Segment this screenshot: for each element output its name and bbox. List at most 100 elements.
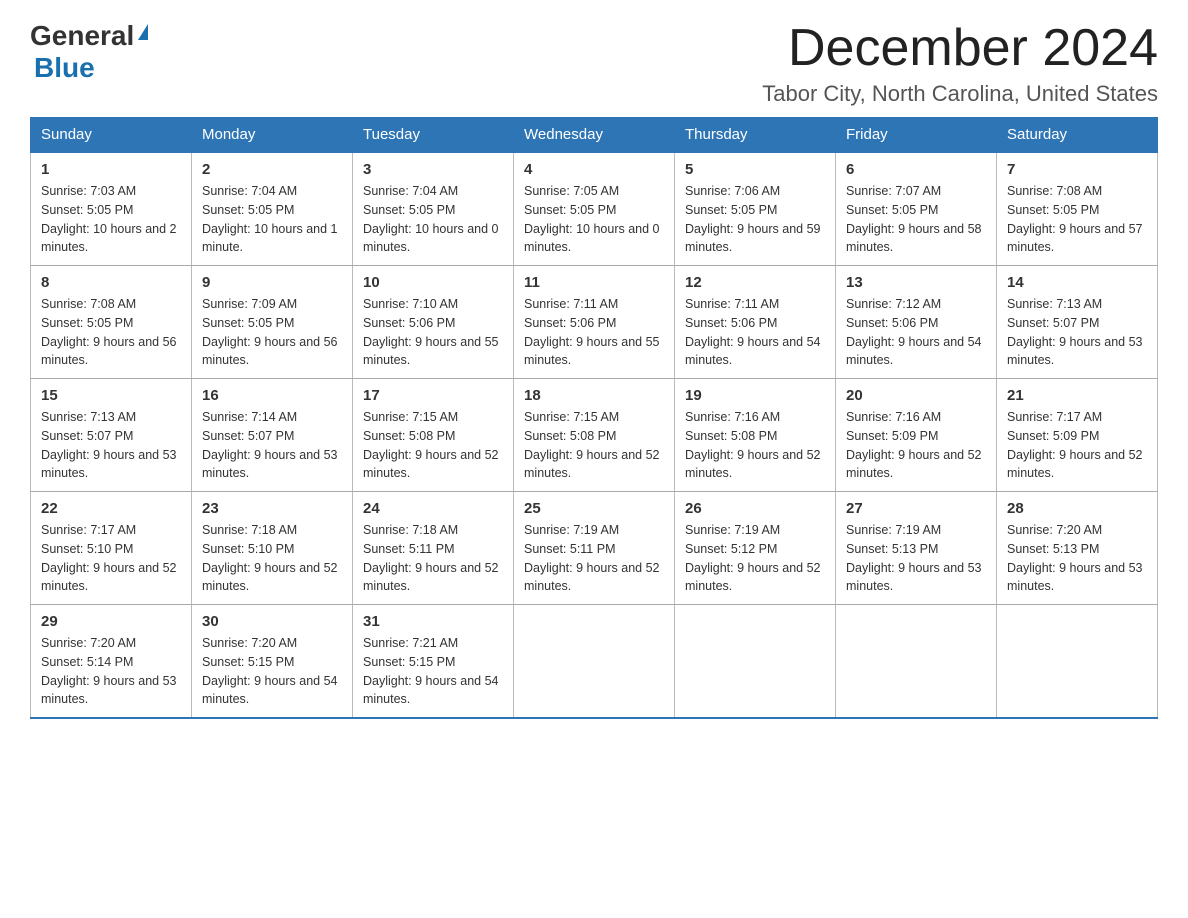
calendar-cell: 1 Sunrise: 7:03 AMSunset: 5:05 PMDaylight… xyxy=(31,152,192,266)
day-number: 22 xyxy=(41,500,181,517)
calendar-week-row: 15Sunrise: 7:13 AMSunset: 5:07 PMDayligh… xyxy=(31,379,1158,492)
day-number: 4 xyxy=(524,161,664,178)
day-info: Sunrise: 7:09 AMSunset: 5:05 PMDaylight:… xyxy=(202,295,342,370)
calendar-cell: 13 Sunrise: 7:12 AMSunset: 5:06 PMDayligh… xyxy=(836,266,997,379)
day-info: Sunrise: 7:03 AMSunset: 5:05 PMDaylight:… xyxy=(41,182,181,257)
day-info: Sunrise: 7:04 AMSunset: 5:05 PMDaylight:… xyxy=(202,182,342,257)
calendar-cell: 29Sunrise: 7:20 AMSunset: 5:14 PMDayligh… xyxy=(31,605,192,719)
day-number: 8 xyxy=(41,274,181,291)
day-number: 25 xyxy=(524,500,664,517)
day-number: 1 xyxy=(41,161,181,178)
day-number: 27 xyxy=(846,500,986,517)
logo: General Blue xyxy=(30,20,148,84)
calendar-table: Sunday Monday Tuesday Wednesday Thursday… xyxy=(30,117,1158,719)
day-info: Sunrise: 7:20 AMSunset: 5:15 PMDaylight:… xyxy=(202,634,342,709)
calendar-week-row: 1 Sunrise: 7:03 AMSunset: 5:05 PMDaylight… xyxy=(31,152,1158,266)
day-number: 26 xyxy=(685,500,825,517)
calendar-cell: 31 Sunrise: 7:21 AMSunset: 5:15 PMDayligh… xyxy=(353,605,514,719)
calendar-cell: 11Sunrise: 7:11 AMSunset: 5:06 PMDayligh… xyxy=(514,266,675,379)
calendar-cell: 21 Sunrise: 7:17 AMSunset: 5:09 PMDayligh… xyxy=(997,379,1158,492)
day-number: 13 xyxy=(846,274,986,291)
day-info: Sunrise: 7:16 AMSunset: 5:08 PMDaylight:… xyxy=(685,408,825,483)
day-number: 19 xyxy=(685,387,825,404)
day-info: Sunrise: 7:13 AMSunset: 5:07 PMDaylight:… xyxy=(1007,295,1147,370)
day-info: Sunrise: 7:15 AMSunset: 5:08 PMDaylight:… xyxy=(363,408,503,483)
calendar-cell: 30 Sunrise: 7:20 AMSunset: 5:15 PMDayligh… xyxy=(192,605,353,719)
day-number: 31 xyxy=(363,613,503,630)
location-title: Tabor City, North Carolina, United State… xyxy=(762,81,1158,107)
day-number: 16 xyxy=(202,387,342,404)
day-info: Sunrise: 7:20 AMSunset: 5:13 PMDaylight:… xyxy=(1007,521,1147,596)
col-sunday: Sunday xyxy=(31,118,192,153)
day-number: 28 xyxy=(1007,500,1147,517)
day-info: Sunrise: 7:17 AMSunset: 5:09 PMDaylight:… xyxy=(1007,408,1147,483)
day-info: Sunrise: 7:15 AMSunset: 5:08 PMDaylight:… xyxy=(524,408,664,483)
day-number: 7 xyxy=(1007,161,1147,178)
day-info: Sunrise: 7:11 AMSunset: 5:06 PMDaylight:… xyxy=(685,295,825,370)
day-info: Sunrise: 7:06 AMSunset: 5:05 PMDaylight:… xyxy=(685,182,825,257)
title-section: December 2024 Tabor City, North Carolina… xyxy=(762,20,1158,107)
calendar-cell: 6Sunrise: 7:07 AMSunset: 5:05 PMDaylight… xyxy=(836,152,997,266)
day-number: 30 xyxy=(202,613,342,630)
day-number: 18 xyxy=(524,387,664,404)
col-wednesday: Wednesday xyxy=(514,118,675,153)
calendar-cell: 5 Sunrise: 7:06 AMSunset: 5:05 PMDaylight… xyxy=(675,152,836,266)
calendar-cell: 14 Sunrise: 7:13 AMSunset: 5:07 PMDayligh… xyxy=(997,266,1158,379)
calendar-cell: 3Sunrise: 7:04 AMSunset: 5:05 PMDaylight… xyxy=(353,152,514,266)
calendar-cell: 24Sunrise: 7:18 AMSunset: 5:11 PMDayligh… xyxy=(353,492,514,605)
col-saturday: Saturday xyxy=(997,118,1158,153)
calendar-cell: 20Sunrise: 7:16 AMSunset: 5:09 PMDayligh… xyxy=(836,379,997,492)
day-number: 23 xyxy=(202,500,342,517)
day-info: Sunrise: 7:18 AMSunset: 5:10 PMDaylight:… xyxy=(202,521,342,596)
calendar-week-row: 29Sunrise: 7:20 AMSunset: 5:14 PMDayligh… xyxy=(31,605,1158,719)
calendar-cell: 23 Sunrise: 7:18 AMSunset: 5:10 PMDayligh… xyxy=(192,492,353,605)
calendar-cell xyxy=(997,605,1158,719)
calendar-cell: 12Sunrise: 7:11 AMSunset: 5:06 PMDayligh… xyxy=(675,266,836,379)
calendar-cell: 22 Sunrise: 7:17 AMSunset: 5:10 PMDayligh… xyxy=(31,492,192,605)
day-number: 10 xyxy=(363,274,503,291)
calendar-cell: 27 Sunrise: 7:19 AMSunset: 5:13 PMDayligh… xyxy=(836,492,997,605)
calendar-week-row: 22 Sunrise: 7:17 AMSunset: 5:10 PMDayligh… xyxy=(31,492,1158,605)
col-monday: Monday xyxy=(192,118,353,153)
col-thursday: Thursday xyxy=(675,118,836,153)
calendar-cell: 26 Sunrise: 7:19 AMSunset: 5:12 PMDayligh… xyxy=(675,492,836,605)
day-number: 29 xyxy=(41,613,181,630)
calendar-cell: 7Sunrise: 7:08 AMSunset: 5:05 PMDaylight… xyxy=(997,152,1158,266)
day-info: Sunrise: 7:17 AMSunset: 5:10 PMDaylight:… xyxy=(41,521,181,596)
day-number: 15 xyxy=(41,387,181,404)
calendar-header-row: Sunday Monday Tuesday Wednesday Thursday… xyxy=(31,118,1158,153)
day-info: Sunrise: 7:08 AMSunset: 5:05 PMDaylight:… xyxy=(41,295,181,370)
calendar-cell: 16 Sunrise: 7:14 AMSunset: 5:07 PMDayligh… xyxy=(192,379,353,492)
day-info: Sunrise: 7:12 AMSunset: 5:06 PMDaylight:… xyxy=(846,295,986,370)
calendar-cell: 4 Sunrise: 7:05 AMSunset: 5:05 PMDaylight… xyxy=(514,152,675,266)
month-title: December 2024 xyxy=(762,20,1158,77)
day-info: Sunrise: 7:19 AMSunset: 5:12 PMDaylight:… xyxy=(685,521,825,596)
logo-general-text: General xyxy=(30,20,134,52)
calendar-cell: 18 Sunrise: 7:15 AMSunset: 5:08 PMDayligh… xyxy=(514,379,675,492)
day-number: 5 xyxy=(685,161,825,178)
col-friday: Friday xyxy=(836,118,997,153)
calendar-cell: 28 Sunrise: 7:20 AMSunset: 5:13 PMDayligh… xyxy=(997,492,1158,605)
day-number: 14 xyxy=(1007,274,1147,291)
day-number: 24 xyxy=(363,500,503,517)
calendar-cell: 8 Sunrise: 7:08 AMSunset: 5:05 PMDaylight… xyxy=(31,266,192,379)
day-info: Sunrise: 7:14 AMSunset: 5:07 PMDaylight:… xyxy=(202,408,342,483)
day-number: 11 xyxy=(524,274,664,291)
day-info: Sunrise: 7:10 AMSunset: 5:06 PMDaylight:… xyxy=(363,295,503,370)
day-info: Sunrise: 7:04 AMSunset: 5:05 PMDaylight:… xyxy=(363,182,503,257)
calendar-cell: 25Sunrise: 7:19 AMSunset: 5:11 PMDayligh… xyxy=(514,492,675,605)
day-number: 17 xyxy=(363,387,503,404)
day-number: 21 xyxy=(1007,387,1147,404)
day-info: Sunrise: 7:21 AMSunset: 5:15 PMDaylight:… xyxy=(363,634,503,709)
calendar-week-row: 8 Sunrise: 7:08 AMSunset: 5:05 PMDaylight… xyxy=(31,266,1158,379)
calendar-cell: 17 Sunrise: 7:15 AMSunset: 5:08 PMDayligh… xyxy=(353,379,514,492)
day-info: Sunrise: 7:19 AMSunset: 5:13 PMDaylight:… xyxy=(846,521,986,596)
calendar-cell: 9 Sunrise: 7:09 AMSunset: 5:05 PMDaylight… xyxy=(192,266,353,379)
col-tuesday: Tuesday xyxy=(353,118,514,153)
day-info: Sunrise: 7:05 AMSunset: 5:05 PMDaylight:… xyxy=(524,182,664,257)
calendar-cell xyxy=(675,605,836,719)
day-info: Sunrise: 7:16 AMSunset: 5:09 PMDaylight:… xyxy=(846,408,986,483)
day-number: 9 xyxy=(202,274,342,291)
page-header: General Blue December 2024 Tabor City, N… xyxy=(30,20,1158,107)
calendar-cell xyxy=(514,605,675,719)
